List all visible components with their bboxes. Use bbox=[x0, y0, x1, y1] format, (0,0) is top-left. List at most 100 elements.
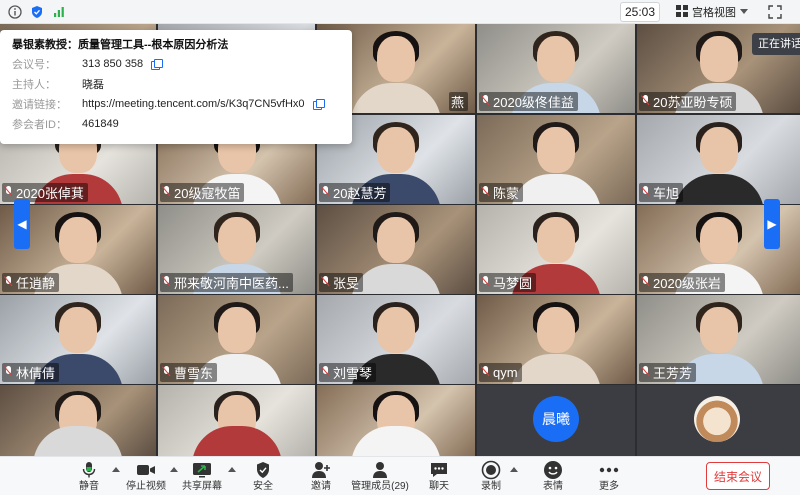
shield-icon[interactable] bbox=[28, 3, 46, 21]
video-options-caret[interactable] bbox=[170, 467, 178, 472]
participant-name: 王芳芳 bbox=[653, 366, 693, 381]
mic-muted-icon bbox=[641, 186, 650, 199]
participant-name: 2020级张岩 bbox=[653, 276, 721, 291]
mute-button[interactable]: 静音 bbox=[76, 460, 102, 494]
person-face bbox=[377, 217, 415, 264]
host-value: 晓磊 bbox=[82, 79, 104, 91]
video-tile[interactable]: 车旭 bbox=[637, 115, 800, 204]
video-tile[interactable]: 林倩倩 bbox=[0, 295, 156, 384]
mute-options-caret[interactable] bbox=[112, 467, 120, 472]
copy-icon[interactable] bbox=[312, 99, 325, 110]
mic-muted-icon bbox=[4, 276, 13, 289]
participant-name-tag: 刘雪琴 bbox=[319, 363, 377, 382]
end-meeting-button[interactable]: 结束会议 bbox=[706, 462, 770, 490]
info-icon[interactable] bbox=[6, 3, 24, 21]
video-tile[interactable]: 刘雪琴 bbox=[317, 295, 475, 384]
chevron-right-icon: ▶ bbox=[767, 217, 777, 231]
mic-muted-icon bbox=[641, 276, 650, 289]
participant-name-tag: 张旻 bbox=[319, 273, 364, 292]
info-row-host: 主持人： 晓磊 bbox=[12, 74, 340, 94]
person-face bbox=[217, 307, 256, 354]
person-face bbox=[699, 36, 738, 83]
video-tile[interactable] bbox=[158, 385, 315, 456]
info-label: 主持人： bbox=[12, 79, 56, 91]
chat-button[interactable]: 聊天 bbox=[426, 460, 452, 494]
person-face bbox=[377, 127, 415, 174]
participant-name-tag: 20赵慧芳 bbox=[319, 183, 391, 202]
video-tile[interactable]: 陈蒙 bbox=[477, 115, 635, 204]
person-face bbox=[59, 217, 97, 264]
participant-name: 刘雪琴 bbox=[333, 366, 373, 381]
mic-muted-icon bbox=[641, 95, 650, 108]
info-label: 参会者ID： bbox=[12, 119, 67, 131]
mic-muted-icon bbox=[481, 186, 490, 199]
video-tile[interactable]: qym bbox=[477, 295, 635, 384]
participant-name-tag: 任逍静 bbox=[2, 273, 60, 292]
more-icon bbox=[599, 460, 619, 480]
microphone-icon bbox=[79, 460, 99, 480]
video-tile[interactable]: 王芳芳 bbox=[637, 295, 800, 384]
signal-icon[interactable] bbox=[50, 3, 68, 21]
camera-icon bbox=[136, 460, 156, 480]
stop-video-button[interactable]: 停止视频 bbox=[124, 460, 168, 494]
record-button[interactable]: 录制 bbox=[478, 460, 504, 494]
layout-switch-button[interactable]: 宫格视图 bbox=[676, 2, 748, 22]
mic-muted-icon bbox=[481, 95, 490, 108]
mic-muted-icon bbox=[481, 276, 490, 289]
reactions-button[interactable]: 表情 bbox=[540, 460, 566, 494]
prev-page-button[interactable]: ◀ bbox=[14, 199, 30, 249]
mic-muted-icon bbox=[4, 366, 13, 379]
info-row-meeting-id: 会议号： 313 850 358 bbox=[12, 54, 340, 74]
record-icon bbox=[481, 460, 501, 480]
participant-name-tag: 邢来敬河南中医药... bbox=[160, 273, 293, 292]
reactions-label: 表情 bbox=[543, 481, 563, 492]
meeting-id-value: 313 850 358 bbox=[82, 58, 144, 70]
mute-label: 静音 bbox=[79, 481, 99, 492]
mic-muted-icon bbox=[162, 186, 171, 199]
next-page-button[interactable]: ▶ bbox=[764, 199, 780, 249]
avatar-dog bbox=[694, 396, 740, 442]
mic-muted-icon bbox=[641, 366, 650, 379]
record-options-caret[interactable] bbox=[510, 467, 518, 472]
participant-id-value: 461849 bbox=[82, 118, 119, 130]
video-tile[interactable]: 2020级佟佳益 bbox=[477, 24, 635, 113]
security-button[interactable]: 安全 bbox=[250, 460, 276, 494]
participant-name-tag: 车旭 bbox=[639, 183, 684, 202]
video-tile[interactable] bbox=[0, 385, 156, 456]
participant-name-tag: 2020级佟佳益 bbox=[479, 92, 578, 111]
share-screen-icon bbox=[192, 460, 212, 480]
participant-name: 张旻 bbox=[333, 276, 360, 291]
share-options-caret[interactable] bbox=[228, 467, 236, 472]
mic-muted-icon bbox=[321, 276, 330, 289]
participant-name: 车旭 bbox=[653, 186, 680, 201]
title-bar: 25:03 宫格视图 bbox=[0, 0, 800, 24]
mic-muted-icon bbox=[321, 366, 330, 379]
participant-name-tag: 20苏亚盼专硕 bbox=[639, 92, 737, 111]
info-label: 邀请链接： bbox=[12, 99, 67, 111]
avatar: 晨曦 bbox=[533, 396, 579, 442]
copy-icon[interactable] bbox=[151, 59, 164, 70]
invite-button[interactable]: 邀请 bbox=[308, 460, 334, 494]
video-tile[interactable]: 曹雪东 bbox=[158, 295, 315, 384]
video-tile[interactable]: 张旻 bbox=[317, 205, 475, 294]
participant-name: 曹雪东 bbox=[174, 366, 214, 381]
video-tile[interactable]: 邢来敬河南中医药... bbox=[158, 205, 315, 294]
grid-view-icon bbox=[676, 4, 688, 20]
manage-members-button[interactable]: 管理成员(29) bbox=[351, 460, 409, 494]
invite-link-value[interactable]: https://meeting.tencent.com/s/K3q7CN5vfH… bbox=[82, 98, 305, 110]
share-screen-button[interactable]: 共享屏幕 bbox=[182, 460, 222, 494]
chevron-left-icon: ◀ bbox=[17, 217, 27, 231]
chat-icon bbox=[429, 460, 449, 480]
video-tile[interactable] bbox=[317, 385, 475, 456]
layout-label: 宫格视图 bbox=[692, 7, 736, 19]
participant-name: 马梦圆 bbox=[493, 276, 533, 291]
more-button[interactable]: 更多 bbox=[596, 460, 622, 494]
person-face bbox=[537, 127, 575, 174]
share-screen-label: 共享屏幕 bbox=[182, 481, 222, 492]
participant-name: 陈蒙 bbox=[493, 186, 520, 201]
video-tile[interactable]: 马梦圆 bbox=[477, 205, 635, 294]
participant-name-tag: 林倩倩 bbox=[2, 363, 60, 382]
fullscreen-icon[interactable] bbox=[766, 3, 784, 21]
participant-name: 20苏亚盼专硕 bbox=[653, 95, 733, 110]
person-face bbox=[537, 217, 575, 264]
